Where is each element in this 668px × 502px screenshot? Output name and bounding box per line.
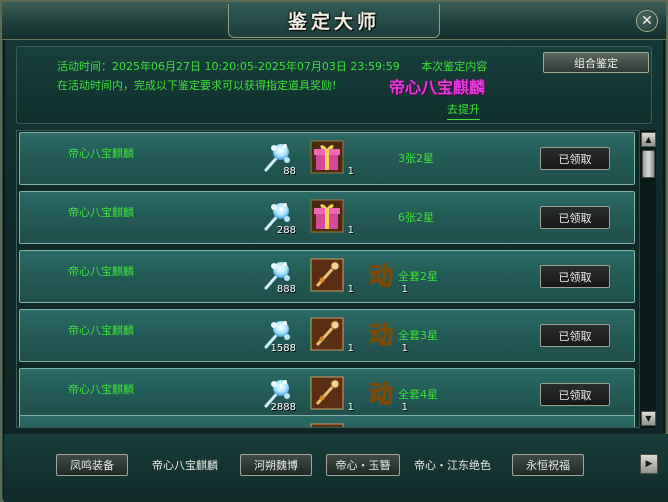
row-condition: 全套2星: [398, 270, 438, 283]
scroll-up-icon: ▲: [645, 135, 652, 144]
close-button[interactable]: ✕: [636, 10, 658, 32]
appraisal-master-window: 鉴定大师 ✕ 活动时间：2025年06月27日 10:20:05-2025年07…: [0, 0, 668, 502]
close-icon: ✕: [641, 13, 653, 29]
dong-emblem-icon[interactable]: 动1: [364, 258, 409, 296]
crystal-count: 888: [276, 284, 296, 295]
claimed-button[interactable]: 已领取: [540, 383, 610, 406]
reward-row: 帝心八宝麒麟 2888 1 动 1 全套4星 已领取: [19, 368, 635, 421]
scepter-card-icon[interactable]: 1: [310, 376, 354, 413]
svg-text:动: 动: [369, 261, 393, 290]
row-condition: 全套3星: [398, 329, 438, 342]
crystal-count: 288: [276, 225, 296, 236]
tab-dixin-yuzan[interactable]: 帝心・玉簪: [326, 454, 400, 476]
tab-fengming-equipment[interactable]: 凤鸣装备: [56, 454, 128, 476]
reward-count: 1: [347, 225, 354, 236]
tab-heshuo-weibo[interactable]: 河朔魏博: [240, 454, 312, 476]
row-condition: 6张2星: [398, 211, 434, 224]
tab-dixin-qilin[interactable]: 帝心八宝麒麟: [140, 454, 230, 476]
reward-row: 帝心八宝麒麟 288 1 6张2星 已领取: [19, 191, 635, 244]
tabs-next-button[interactable]: ▶: [640, 454, 658, 474]
crystal-wand-icon[interactable]: 2888: [260, 376, 296, 413]
gift-box-icon[interactable]: 1: [310, 140, 354, 177]
claimed-button[interactable]: 已领取: [540, 206, 610, 229]
next-arrow-icon: ▶: [645, 459, 653, 469]
claimed-button[interactable]: 已领取: [540, 147, 610, 170]
crystal-count: 88: [283, 166, 296, 177]
reward-list: 帝心八宝麒麟 88 1 3张2星 已领取 帝心八宝麒麟 288 1 6张2星 已领取 帝心八宝麒麟 8…: [16, 130, 656, 428]
title-plaque: 鉴定大师: [228, 4, 440, 38]
gift-box-icon[interactable]: 1: [310, 199, 354, 236]
combo-appraisal-button[interactable]: 组合鉴定: [543, 52, 649, 73]
reward-row: 帝心八宝麒麟 88 1 3张2星 已领取: [19, 132, 635, 185]
title-bar: 鉴定大师 ✕: [2, 2, 666, 40]
reward-count: 1: [401, 284, 408, 295]
crystal-count: 1588: [270, 343, 296, 354]
scroll-up-button[interactable]: ▲: [641, 132, 656, 147]
scepter-card-icon[interactable]: 1: [310, 258, 354, 295]
current-content-label: 本次鉴定内容: [421, 60, 488, 73]
scroll-down-button[interactable]: ▼: [641, 411, 656, 426]
reward-row: 帝心八宝麒麟全套5星: [19, 415, 635, 427]
scroll-thumb[interactable]: [642, 150, 655, 178]
dong-emblem-icon[interactable]: 动1: [364, 317, 409, 355]
activity-time-line: 活动时间：2025年06月27日 10:20:05-2025年07月03日 23…: [57, 58, 487, 74]
row-item-name: 帝心八宝麒麟: [68, 265, 134, 278]
svg-text:动: 动: [369, 379, 393, 408]
goto-upgrade-link[interactable]: 去提升: [447, 101, 480, 120]
svg-text:动: 动: [369, 320, 393, 349]
reward-count: 1: [347, 343, 354, 354]
activity-info-panel: 活动时间：2025年06月27日 10:20:05-2025年07月03日 23…: [16, 46, 652, 124]
reward-count: 1: [401, 343, 408, 354]
crystal-wand-icon[interactable]: [260, 423, 296, 427]
reward-count: 1: [347, 284, 354, 295]
row-item-name: 帝心八宝麒麟: [68, 383, 134, 396]
featured-item-name: 帝心八宝麒麟: [389, 78, 486, 97]
row-item-name: 帝心八宝麒麟: [68, 324, 134, 337]
list-scrollbar[interactable]: ▲ ▼: [639, 130, 656, 428]
activity-description: 在活动时间内，完成以下鉴定要求可以获得指定道具奖励!: [57, 79, 337, 92]
crystal-wand-icon[interactable]: 88: [260, 140, 296, 177]
row-condition: 3张2星: [398, 152, 434, 165]
row-condition: 全套4星: [398, 388, 438, 401]
claimed-button[interactable]: 已领取: [540, 265, 610, 288]
reward-count: 1: [347, 402, 354, 413]
scepter-card-icon[interactable]: 1: [310, 317, 354, 354]
reward-row: 帝心八宝麒麟 888 1 动 1 全套2星 已领取: [19, 250, 635, 303]
crystal-count: 2888: [270, 402, 296, 413]
crystal-wand-icon[interactable]: 288: [260, 199, 296, 236]
reward-row: 帝心八宝麒麟 1588 1 动 1 全套3星 已领取: [19, 309, 635, 362]
reward-count: 1: [347, 166, 354, 177]
category-tab-bar: 凤鸣装备 帝心八宝麒麟 河朔魏博 帝心・玉簪 帝心・江东绝色 永恒祝福 ▶: [4, 434, 668, 502]
tab-dixin-jiangdong[interactable]: 帝心・江东绝色: [414, 454, 494, 476]
crystal-wand-icon[interactable]: 1588: [260, 317, 296, 354]
dong-emblem-icon[interactable]: 动1: [364, 376, 409, 414]
row-item-name: 帝心八宝麒麟: [68, 147, 134, 160]
scroll-down-icon: ▼: [645, 414, 652, 423]
activity-time-text: 活动时间：2025年06月27日 10:20:05-2025年07月03日 23…: [57, 60, 400, 73]
scepter-card-icon[interactable]: [310, 423, 346, 427]
window-title: 鉴定大师: [287, 11, 380, 33]
row-item-name: 帝心八宝麒麟: [68, 206, 134, 219]
tab-eternal-blessing[interactable]: 永恒祝福: [512, 454, 584, 476]
claimed-button[interactable]: 已领取: [540, 324, 610, 347]
crystal-wand-icon[interactable]: 888: [260, 258, 296, 295]
reward-count: 1: [401, 402, 408, 413]
